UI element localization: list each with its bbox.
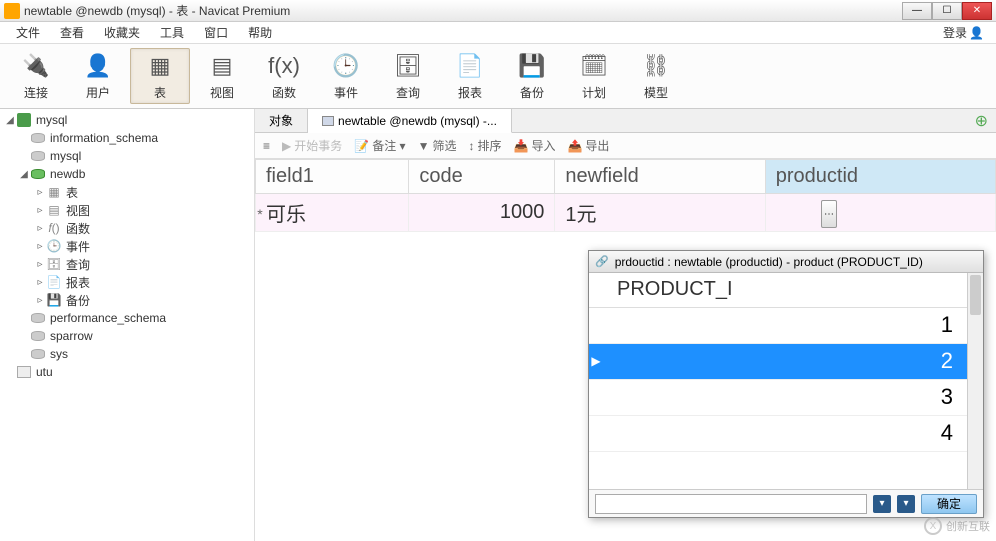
memo-button[interactable]: 📝 备注 ▾	[354, 137, 405, 154]
popup-row[interactable]: 1	[589, 307, 967, 343]
tree-node-视图[interactable]: ▹▤视图	[0, 201, 254, 219]
window-title: newtable @newdb (mysql) - 表 - Navicat Pr…	[24, 2, 902, 19]
user-icon: 👤	[969, 26, 984, 40]
query-icon: 🗄	[394, 52, 422, 80]
cell-field1[interactable]: 可乐	[256, 194, 409, 232]
menu-bar: 文件 查看 收藏夹 工具 窗口 帮助 登录 👤	[0, 22, 996, 44]
tree-db-newdb[interactable]: ◢newdb	[0, 165, 254, 183]
watermark-logo-icon: X	[924, 517, 942, 535]
plug-icon: 🔌	[22, 52, 50, 80]
backup-icon: 💾	[518, 52, 546, 80]
tab-add-button[interactable]: ⊕	[967, 109, 996, 132]
popup-scrollbar[interactable]	[967, 273, 983, 489]
toolbar-查询[interactable]: 🗄查询	[378, 48, 438, 104]
plan-icon: 🗓	[580, 52, 608, 80]
fk-picker-button[interactable]: ⋯	[821, 200, 837, 228]
event-icon: 🕒	[332, 52, 360, 80]
toolbar-事件[interactable]: 🕒事件	[316, 48, 376, 104]
import-button[interactable]: 📥 导入	[514, 137, 556, 154]
hamburger-button[interactable]: ≡	[263, 139, 270, 153]
connection-tree[interactable]: ◢mysqlinformation_schemamysql◢newdb▹▦表▹▤…	[0, 109, 255, 541]
app-icon	[4, 3, 20, 19]
menu-favorites[interactable]: 收藏夹	[94, 24, 150, 41]
table-icon: ▦	[146, 52, 174, 80]
grid-toolbar: ≡ ▶ 开始事务 📝 备注 ▾ ▼ 筛选 ↕ 排序 📥 导入 📤 导出	[255, 133, 996, 159]
model-icon: ⛓	[642, 52, 670, 80]
popup-row[interactable]: ▶2	[589, 343, 967, 379]
tab-newtable[interactable]: newtable @newdb (mysql) -...	[308, 109, 512, 133]
watermark: X 创新互联	[924, 517, 990, 535]
toolbar-计划[interactable]: 🗓计划	[564, 48, 624, 104]
tree-node-报表[interactable]: ▹📄报表	[0, 273, 254, 291]
popup-search-input[interactable]	[595, 494, 867, 514]
col-code[interactable]: code	[409, 160, 555, 194]
view-icon: ▤	[208, 52, 236, 80]
tree-db-performance_schema[interactable]: performance_schema	[0, 309, 254, 327]
toolbar-视图[interactable]: ▤视图	[192, 48, 252, 104]
col-newfield[interactable]: newfield	[555, 160, 765, 194]
col-field1[interactable]: field1	[256, 160, 409, 194]
user-icon: 👤	[84, 52, 112, 80]
menu-tools[interactable]: 工具	[150, 24, 194, 41]
tree-node-函数[interactable]: ▹f()函数	[0, 219, 254, 237]
popup-col-header[interactable]: PRODUCT_I	[603, 273, 967, 307]
toolbar-报表[interactable]: 📄报表	[440, 48, 500, 104]
toolbar-备份[interactable]: 💾备份	[502, 48, 562, 104]
fk-lookup-popup: 🔗 prdouctid : newtable (productid) - pro…	[588, 250, 984, 518]
popup-titlebar[interactable]: 🔗 prdouctid : newtable (productid) - pro…	[589, 251, 983, 273]
login-button[interactable]: 登录 👤	[937, 24, 990, 41]
menu-view[interactable]: 查看	[50, 24, 94, 41]
begin-transaction-button[interactable]: ▶ 开始事务	[282, 137, 342, 154]
menu-help[interactable]: 帮助	[238, 24, 282, 41]
row-edit-marker: *	[255, 197, 265, 231]
popup-row[interactable]: 3	[589, 379, 967, 415]
tree-node-查询[interactable]: ▹🗄查询	[0, 255, 254, 273]
toolbar-表[interactable]: ▦表	[130, 48, 190, 104]
popup-filter-1-button[interactable]: ▾	[873, 495, 891, 513]
popup-title-text: prdouctid : newtable (productid) - produ…	[615, 255, 923, 269]
tree-node-备份[interactable]: ▹💾备份	[0, 291, 254, 309]
fx-icon: f(x)	[270, 52, 298, 80]
cell-code[interactable]: 1000	[409, 194, 555, 232]
editor-tabs: 对象 newtable @newdb (mysql) -... ⊕	[255, 109, 996, 133]
tree-node-事件[interactable]: ▹🕒事件	[0, 237, 254, 255]
minimize-button[interactable]: —	[902, 2, 932, 20]
toolbar-用户[interactable]: 👤用户	[68, 48, 128, 104]
tree-node-表[interactable]: ▹▦表	[0, 183, 254, 201]
tree-conn-mysql[interactable]: ◢mysql	[0, 111, 254, 129]
tab-objects[interactable]: 对象	[255, 109, 308, 132]
table-icon	[322, 116, 334, 126]
window-titlebar: newtable @newdb (mysql) - 表 - Navicat Pr…	[0, 0, 996, 22]
report-icon: 📄	[456, 52, 484, 80]
main-toolbar: 🔌连接👤用户▦表▤视图f(x)函数🕒事件🗄查询📄报表💾备份🗓计划⛓模型	[0, 44, 996, 109]
cell-productid[interactable]	[765, 194, 995, 232]
popup-footer: ▾ ▾ 确定	[589, 489, 983, 517]
tree-db-sparrow[interactable]: sparrow	[0, 327, 254, 345]
close-button[interactable]: ✕	[962, 2, 992, 20]
popup-filter-2-button[interactable]: ▾	[897, 495, 915, 513]
tree-db-sys[interactable]: sys	[0, 345, 254, 363]
popup-grid[interactable]: PRODUCT_I 1▶234	[589, 273, 967, 489]
filter-button[interactable]: ▼ 筛选	[418, 137, 457, 154]
menu-window[interactable]: 窗口	[194, 24, 238, 41]
toolbar-连接[interactable]: 🔌连接	[6, 48, 66, 104]
link-icon: 🔗	[595, 255, 609, 268]
tree-db-mysql[interactable]: mysql	[0, 147, 254, 165]
window-controls: — ☐ ✕	[902, 2, 992, 20]
toolbar-模型[interactable]: ⛓模型	[626, 48, 686, 104]
popup-row[interactable]: 4	[589, 415, 967, 451]
sort-button[interactable]: ↕ 排序	[468, 137, 501, 154]
tree-conn-utu[interactable]: utu	[0, 363, 254, 381]
cell-newfield[interactable]: 1元	[555, 194, 765, 232]
maximize-button[interactable]: ☐	[932, 2, 962, 20]
tree-db-information_schema[interactable]: information_schema	[0, 129, 254, 147]
toolbar-函数[interactable]: f(x)函数	[254, 48, 314, 104]
col-productid[interactable]: productid	[765, 160, 995, 194]
popup-ok-button[interactable]: 确定	[921, 494, 977, 514]
menu-file[interactable]: 文件	[6, 24, 50, 41]
export-button[interactable]: 📤 导出	[567, 137, 609, 154]
table-row[interactable]: 可乐 1000 1元	[256, 194, 996, 232]
